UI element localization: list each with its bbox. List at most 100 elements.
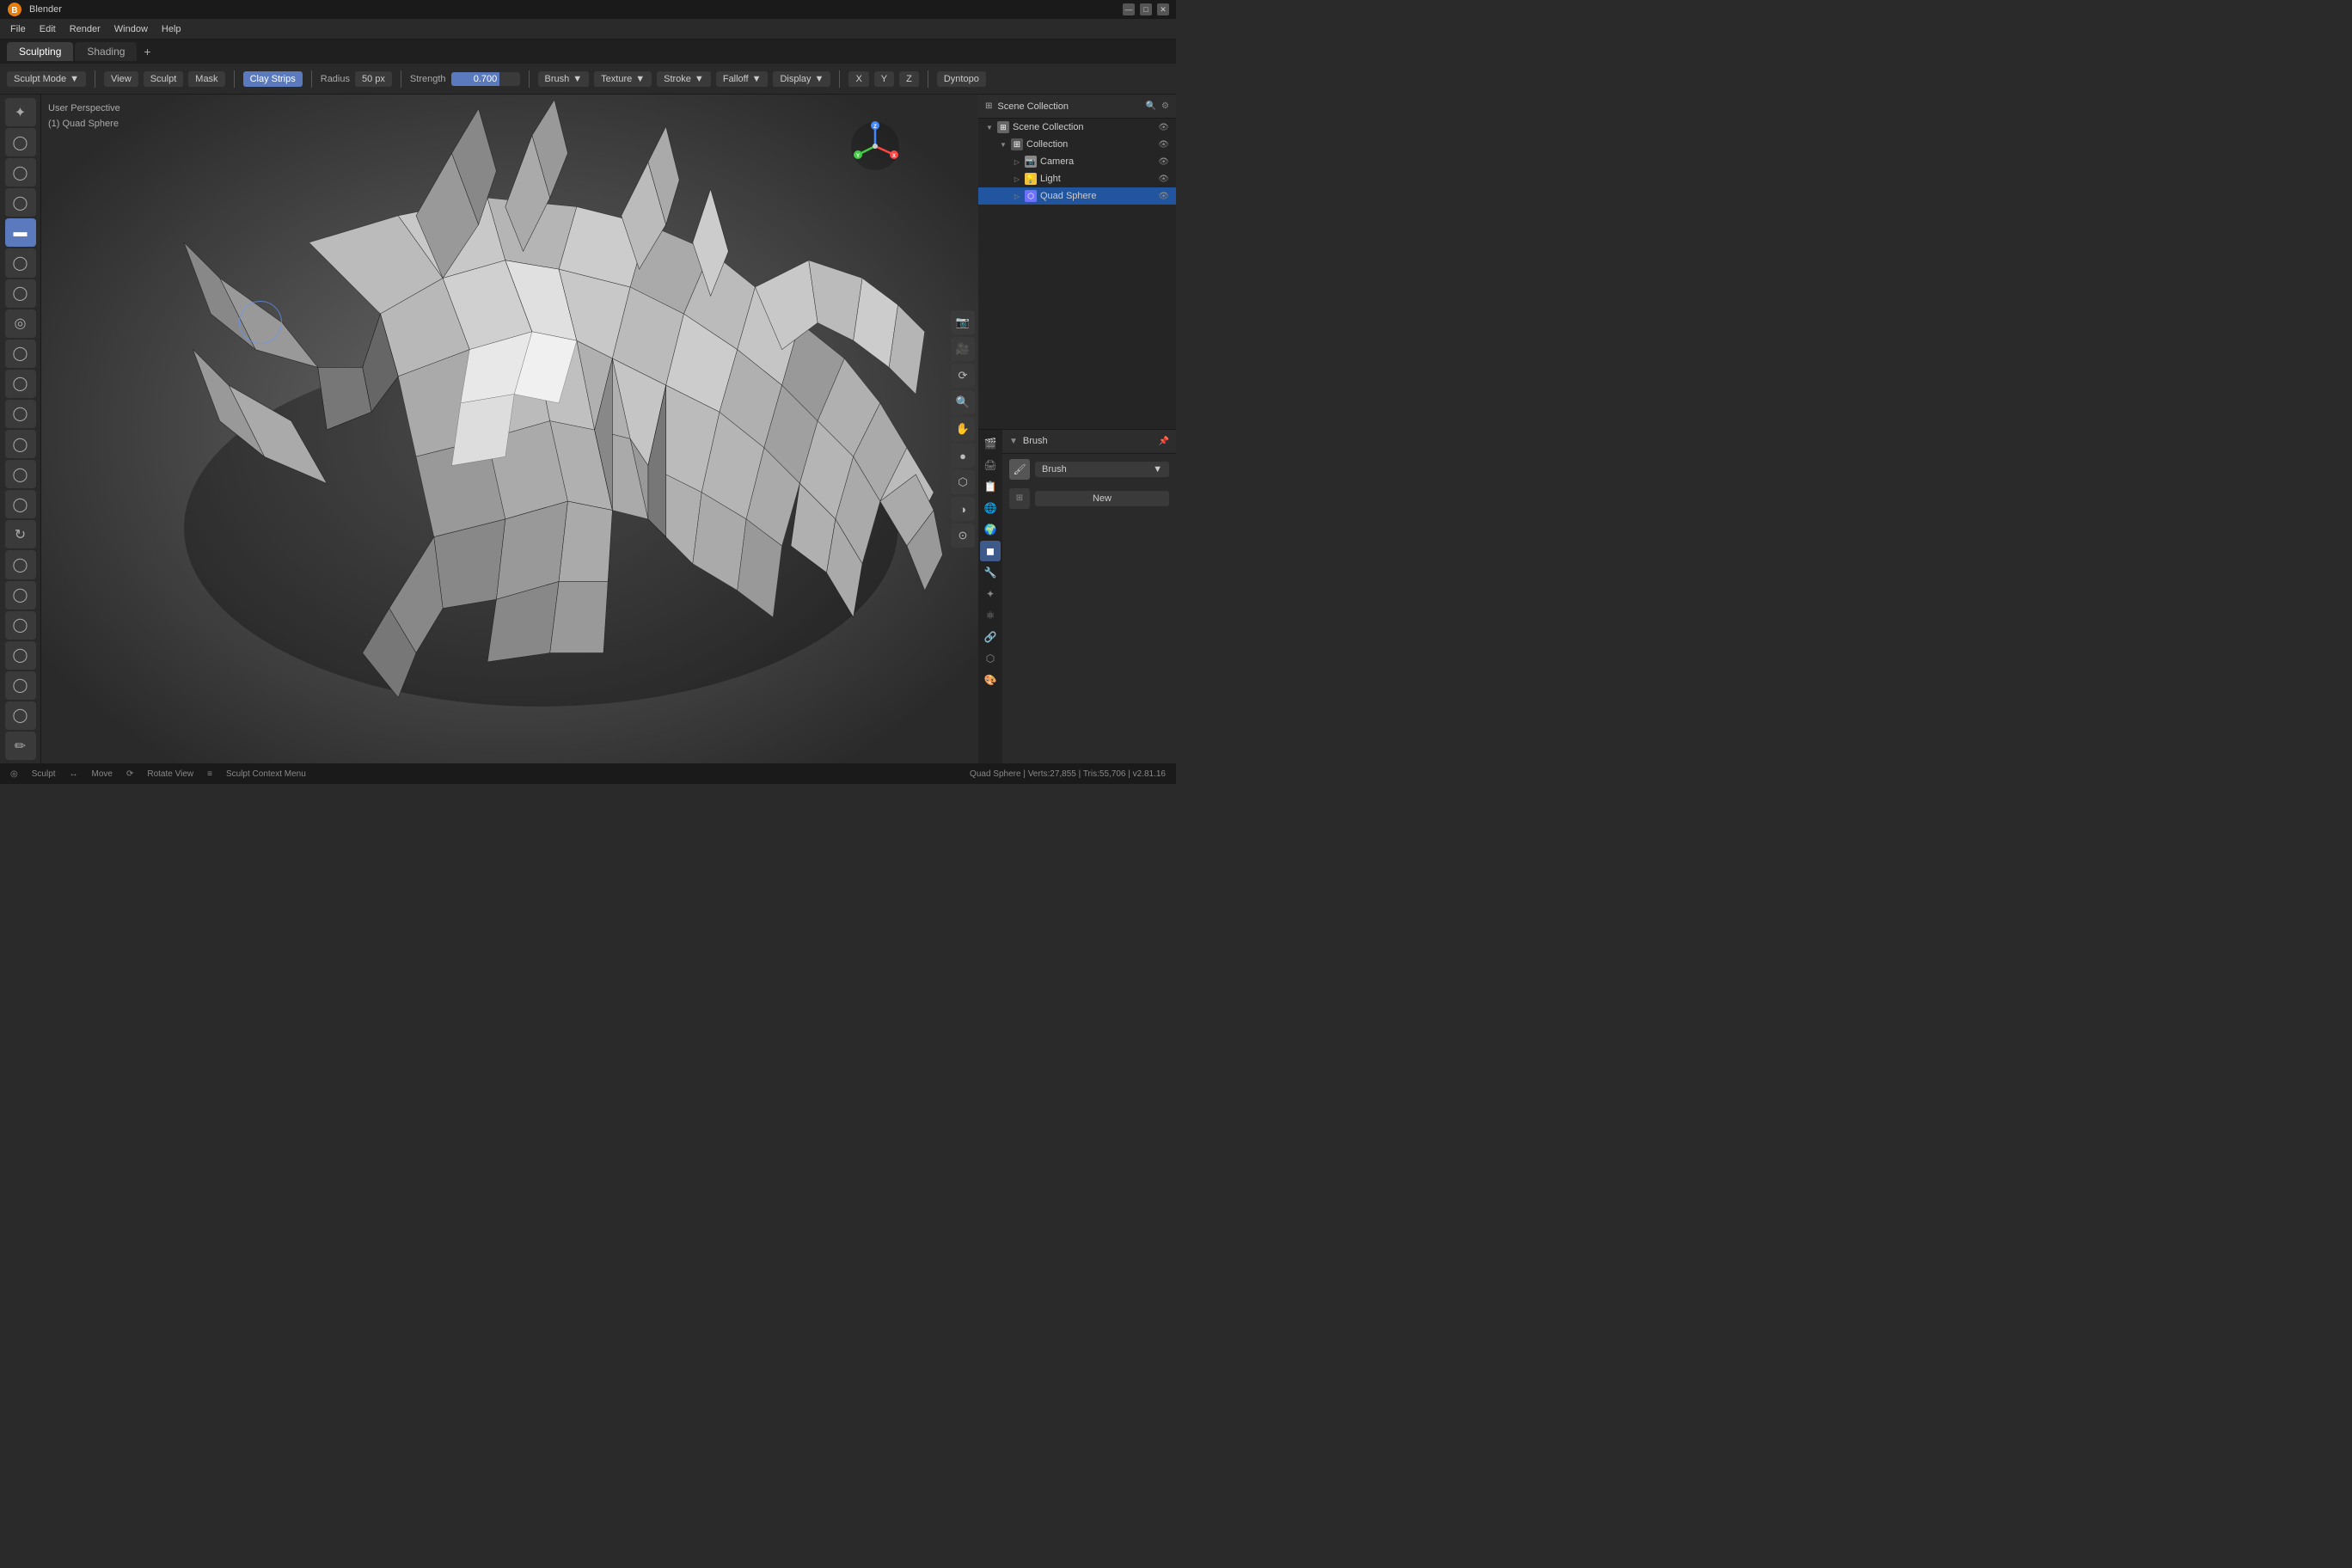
brush-panel-header: ▼ Brush 📌 bbox=[1002, 430, 1176, 454]
outliner-collection[interactable]: ▼ ⊞ Collection 👁 bbox=[978, 136, 1176, 153]
settings-icon[interactable]: ⚙ bbox=[1161, 101, 1169, 111]
particles-props-icon[interactable]: ✦ bbox=[980, 584, 1001, 604]
tool-simplify[interactable]: ◯ bbox=[5, 641, 36, 670]
menu-file[interactable]: File bbox=[3, 22, 33, 36]
outliner-icon: ⊞ bbox=[985, 101, 992, 111]
separator-6 bbox=[839, 70, 840, 88]
tool-clay[interactable]: ◯ bbox=[5, 490, 36, 518]
constraints-props-icon[interactable]: 🔗 bbox=[980, 627, 1001, 647]
material-props-icon[interactable]: 🎨 bbox=[980, 670, 1001, 690]
sculpt-menu[interactable]: Sculpt bbox=[144, 71, 184, 87]
z-axis-btn[interactable]: Z bbox=[899, 71, 919, 87]
tool-slide-relax[interactable]: ◯ bbox=[5, 550, 36, 579]
light-visibility[interactable]: 👁 bbox=[1158, 175, 1169, 184]
tool-smooth[interactable]: ◯ bbox=[5, 128, 36, 156]
render-mode-wire[interactable]: ⬡ bbox=[951, 470, 975, 494]
viewport[interactable]: User Perspective (1) Quad Sphere Z X Y bbox=[41, 95, 978, 763]
orbit-btn[interactable]: ⟳ bbox=[951, 364, 975, 388]
brush-grid-icon[interactable]: ⊞ bbox=[1009, 488, 1030, 509]
outliner-light[interactable]: ▷ 💡 Light 👁 bbox=[978, 170, 1176, 187]
view-layer-props-icon[interactable]: 📋 bbox=[980, 476, 1001, 497]
brush-name-display[interactable]: Clay Strips bbox=[243, 71, 303, 87]
status-move-icon: ↔ bbox=[70, 769, 78, 779]
mode-selector[interactable]: Sculpt Mode ▼ bbox=[7, 71, 86, 87]
scene-props-icon[interactable]: 🌐 bbox=[980, 498, 1001, 518]
tool-mask[interactable]: ◯ bbox=[5, 671, 36, 700]
outliner-scene-collection[interactable]: ▼ ⊞ Scene Collection 👁 bbox=[978, 119, 1176, 136]
camera-view-btn[interactable]: 🎥 bbox=[951, 337, 975, 361]
world-props-icon[interactable]: 🌍 bbox=[980, 519, 1001, 540]
tool-pinch[interactable]: ◯ bbox=[5, 158, 36, 187]
tool-cloth[interactable]: ◯ bbox=[5, 611, 36, 640]
render-mode-material[interactable]: ◑ bbox=[951, 497, 975, 521]
object-props-icon[interactable]: ◼ bbox=[980, 541, 1001, 561]
y-axis-btn[interactable]: Y bbox=[874, 71, 894, 87]
filter-icon[interactable]: 🔍 bbox=[1146, 101, 1156, 111]
add-workspace-btn[interactable]: + bbox=[138, 43, 156, 60]
main-layout: ✦ ◯ ◯ ◯ ▬ ◯ ◯ ◎ ◯ ◯ ◯ ◯ ◯ ◯ ↻ ◯ ◯ ◯ ◯ ◯ … bbox=[0, 95, 1176, 763]
camera-perspective-btn[interactable]: 📷 bbox=[951, 310, 975, 334]
pin-icon[interactable]: 📌 bbox=[1159, 437, 1169, 446]
tool-layer[interactable]: ◯ bbox=[5, 248, 36, 277]
tab-shading[interactable]: Shading bbox=[75, 42, 137, 61]
tool-boundary[interactable]: ◯ bbox=[5, 581, 36, 609]
render-props-icon[interactable]: 🎬 bbox=[980, 433, 1001, 454]
brush-panel-title: Brush bbox=[1023, 436, 1048, 446]
menu-window[interactable]: Window bbox=[107, 22, 155, 36]
minimize-btn[interactable]: — bbox=[1123, 3, 1135, 15]
modifier-props-icon[interactable]: 🔧 bbox=[980, 562, 1001, 583]
brush-selector: 🖌 Brush ▼ bbox=[1002, 454, 1176, 485]
visibility-icon[interactable]: 👁 bbox=[1158, 123, 1169, 132]
new-brush-btn[interactable]: New bbox=[1035, 491, 1169, 506]
tool-box-mask[interactable]: ◯ bbox=[5, 701, 36, 730]
close-btn[interactable]: ✕ bbox=[1157, 3, 1169, 15]
tool-thumb[interactable]: ◯ bbox=[5, 370, 36, 398]
brush-type-dropdown[interactable]: Brush ▼ bbox=[1035, 462, 1169, 477]
tool-snake-hook[interactable]: ◯ bbox=[5, 340, 36, 368]
x-axis-btn[interactable]: X bbox=[848, 71, 868, 87]
overlay-btn[interactable]: ⊙ bbox=[951, 524, 975, 548]
texture-dropdown[interactable]: Texture▼ bbox=[594, 71, 652, 87]
display-dropdown[interactable]: Display▼ bbox=[773, 71, 830, 87]
tool-crease[interactable]: ◯ bbox=[5, 279, 36, 308]
menu-help[interactable]: Help bbox=[155, 22, 188, 36]
quad-sphere-label: Quad Sphere bbox=[1040, 191, 1096, 201]
stroke-dropdown[interactable]: Stroke▼ bbox=[657, 71, 711, 87]
tool-flatten[interactable]: ◯ bbox=[5, 460, 36, 488]
tool-grab[interactable]: ◎ bbox=[5, 309, 36, 338]
tool-inflate[interactable]: ◯ bbox=[5, 188, 36, 217]
outliner-camera[interactable]: ▷ 📷 Camera 👁 bbox=[978, 153, 1176, 170]
dyntopo-btn[interactable]: Dyntopo bbox=[937, 71, 986, 87]
panel-expand-icon[interactable]: ▼ bbox=[1009, 437, 1018, 446]
tool-fill[interactable]: ◯ bbox=[5, 400, 36, 428]
status-sculpt-label: Sculpt bbox=[32, 769, 56, 779]
falloff-dropdown[interactable]: Falloff▼ bbox=[716, 71, 769, 87]
tool-draw[interactable]: ✦ bbox=[5, 98, 36, 126]
quad-sphere-visibility[interactable]: 👁 bbox=[1158, 192, 1169, 201]
tab-sculpting[interactable]: Sculpting bbox=[7, 42, 73, 61]
mask-menu[interactable]: Mask bbox=[188, 71, 224, 87]
data-props-icon[interactable]: ⬡ bbox=[980, 648, 1001, 669]
props-sidebar: 🎬 🖨 📋 🌐 🌍 ◼ 🔧 ✦ ⚛ 🔗 ⬡ 🎨 bbox=[978, 430, 1002, 764]
tool-annotation[interactable]: ✏ bbox=[5, 732, 36, 760]
pan-btn[interactable]: ✋ bbox=[951, 417, 975, 441]
maximize-btn[interactable]: □ bbox=[1140, 3, 1152, 15]
menu-edit[interactable]: Edit bbox=[33, 22, 63, 36]
output-props-icon[interactable]: 🖨 bbox=[980, 455, 1001, 475]
tool-clay-strips[interactable]: ▬ bbox=[5, 218, 36, 247]
physics-props-icon[interactable]: ⚛ bbox=[980, 605, 1001, 626]
viewport-gizmo[interactable]: Z X Y bbox=[849, 120, 901, 172]
tool-rotate[interactable]: ↻ bbox=[5, 520, 36, 548]
outliner-quad-sphere[interactable]: ▷ ⬡ Quad Sphere 👁 bbox=[978, 187, 1176, 205]
strength-value[interactable]: 0.700 bbox=[451, 72, 520, 86]
render-mode-solid[interactable]: ● bbox=[951, 444, 975, 468]
radius-value[interactable]: 50 px bbox=[355, 71, 392, 87]
brush-dropdown[interactable]: Brush▼ bbox=[538, 71, 590, 87]
zoom-btn[interactable]: 🔍 bbox=[951, 390, 975, 414]
collection-visibility[interactable]: 👁 bbox=[1158, 140, 1169, 150]
menu-render[interactable]: Render bbox=[63, 22, 107, 36]
outliner-header: ⊞ Scene Collection 🔍 ⚙ bbox=[978, 95, 1176, 119]
camera-visibility[interactable]: 👁 bbox=[1158, 157, 1169, 167]
tool-scrape[interactable]: ◯ bbox=[5, 430, 36, 458]
view-menu[interactable]: View bbox=[104, 71, 138, 87]
